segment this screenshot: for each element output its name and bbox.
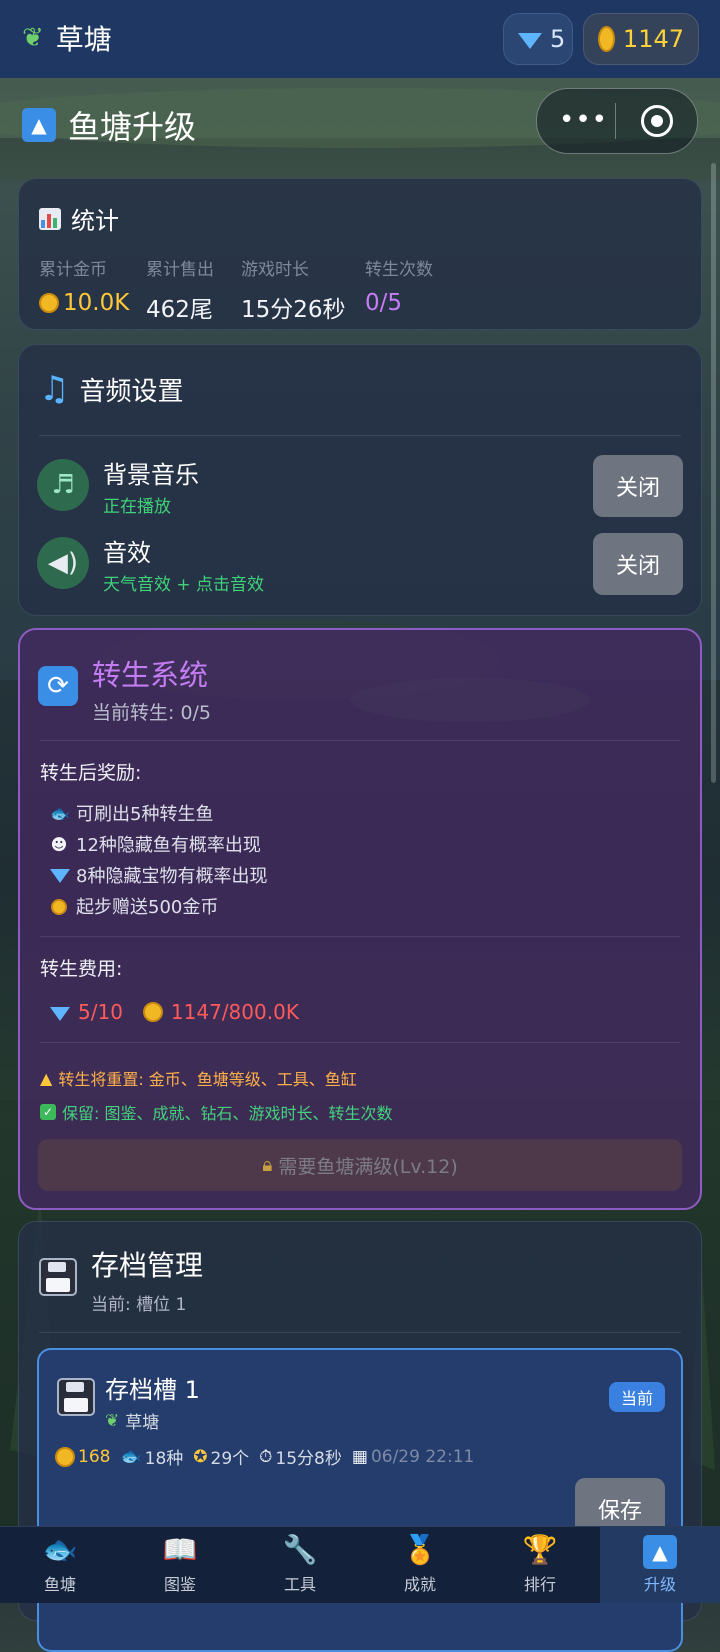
stat-rebirth-count: 转生次数 0/5 — [365, 260, 433, 316]
music-notes-icon: ♬ — [37, 459, 89, 511]
wrench-icon: 🔧 — [282, 1533, 318, 1566]
stat-total-coins: 累计金币 10.0K — [39, 260, 130, 316]
reset-warning: ▲ 转生将重置: 金币、鱼塘等级、工具、鱼缸 — [40, 1068, 357, 1090]
coin-icon — [598, 26, 615, 52]
sprout-icon: ❦ — [22, 23, 44, 53]
rewards-list: 🐟 可刷出5种转生鱼 ☻ 12种隐藏鱼有概率出现 8种隐藏宝物有概率出现 起步赠… — [50, 802, 267, 918]
stats-title: 统计 — [39, 201, 119, 236]
nav-item-achievements[interactable]: 🏅 成就 — [360, 1527, 480, 1603]
gem-icon — [518, 33, 542, 49]
fish-icon: 🐟 — [120, 1446, 142, 1467]
miniprogram-capsule: ••• — [536, 88, 698, 154]
divider — [40, 936, 680, 937]
location-label: ❦ 草塘 — [22, 23, 112, 56]
music-note-icon: ♫ — [39, 369, 70, 409]
nav-item-upgrade[interactable]: ▲ 升级 — [600, 1527, 720, 1603]
list-item: ☻ 12种隐藏鱼有概率出现 — [50, 834, 261, 857]
gem-icon — [50, 866, 70, 885]
nav-item-collection[interactable]: 📖 图鉴 — [120, 1527, 240, 1603]
bgm-row: ♬ 背景音乐 正在播放 关闭 — [37, 455, 683, 523]
stat-total-sold: 累计售出 462尾 — [146, 260, 214, 323]
sfx-row: ◀) 音效 天气音效 + 点击音效 关闭 — [37, 533, 683, 601]
divider — [40, 1042, 680, 1043]
upgrade-icon: ▲ — [22, 108, 56, 142]
stat-play-time: 游戏时长 15分26秒 — [241, 260, 346, 323]
coin-icon — [55, 1446, 75, 1467]
floppy-disk-icon — [39, 1258, 77, 1296]
nav-item-tools[interactable]: 🔧 工具 — [240, 1527, 360, 1603]
bottom-nav: 🐟 鱼塘 📖 图鉴 🔧 工具 🏅 成就 🏆 排行 ▲ 升级 — [0, 1526, 720, 1603]
audio-title: ♫ 音频设置 — [39, 369, 184, 409]
upgrade-icon: ▲ — [643, 1533, 677, 1569]
book-icon: 📖 — [162, 1533, 198, 1566]
lock-icon: 🔒︎ — [262, 1154, 273, 1176]
top-bar: ❦ 草塘 5 1147 — [0, 0, 720, 78]
page-title: ▲ 鱼塘升级 — [22, 102, 196, 148]
capsule-divider — [615, 103, 616, 139]
list-item: 8种隐藏宝物有概率出现 — [50, 864, 267, 887]
scrollbar[interactable] — [711, 163, 716, 783]
rebirth-card: ⟳ 转生系统 当前转生: 0/5 转生后奖励: 🐟 可刷出5种转生鱼 ☻ 12种… — [18, 628, 702, 1210]
check-icon: ✓ — [40, 1104, 56, 1120]
ghost-icon: ☻ — [50, 834, 68, 854]
bar-chart-icon — [39, 207, 61, 230]
gem-counter[interactable]: 5 — [503, 13, 573, 65]
divider — [39, 1332, 681, 1333]
nav-item-ranking[interactable]: 🏆 排行 — [480, 1527, 600, 1603]
fish-icon: 🐟 — [50, 803, 70, 823]
calendar-icon: ▦ — [351, 1446, 368, 1467]
save-slot-1[interactable]: 存档槽 1 ❦ 草塘 当前 168 🐟 18种 ✪ 29个 ⏱ 15分8秒 ▦ 06/2… — [37, 1348, 683, 1652]
speaker-icon: ◀) — [37, 537, 89, 589]
list-item: 起步赠送500金币 — [50, 895, 267, 918]
current-badge: 当前 — [609, 1382, 665, 1412]
bgm-toggle-button[interactable]: 关闭 — [593, 455, 683, 517]
sfx-toggle-button[interactable]: 关闭 — [593, 533, 683, 595]
stats-card: 统计 累计金币 10.0K 累计售出 462尾 游戏时长 15分26秒 转生次数… — [18, 178, 702, 330]
coin-counter[interactable]: 1147 — [583, 13, 699, 65]
divider — [40, 740, 680, 741]
coin-icon — [142, 1002, 163, 1022]
fish-icon: 🐟 — [42, 1533, 78, 1566]
nav-item-pond[interactable]: 🐟 鱼塘 — [0, 1527, 120, 1603]
sprout-icon: ❦ — [105, 1410, 120, 1431]
audio-settings-card: ♫ 音频设置 ♬ 背景音乐 正在播放 关闭 ◀) 音效 天气音效 + 点击音效 … — [18, 344, 702, 616]
slot-stats: 168 🐟 18种 ✪ 29个 ⏱ 15分8秒 ▦ 06/29 22:11 — [55, 1444, 474, 1469]
divider — [39, 435, 681, 436]
stopwatch-icon: ⏱ — [259, 1446, 273, 1467]
rebirth-locked-button[interactable]: 🔒︎ 需要鱼塘满级(Lv.12) — [38, 1139, 682, 1191]
rebirth-cost: 5/10 1147/800.0K — [50, 1000, 299, 1024]
coin-icon — [50, 897, 68, 916]
warning-icon: ▲ — [40, 1068, 53, 1088]
trophy-icon: 🏆 — [522, 1533, 558, 1566]
close-miniprogram-icon[interactable] — [641, 105, 673, 137]
refresh-icon: ⟳ — [38, 666, 78, 706]
gem-icon — [50, 1007, 70, 1021]
slot-location: ❦ 草塘 — [105, 1410, 160, 1434]
keep-note: ✓ 保留: 图鉴、成就、钻石、游戏时长、转生次数 — [40, 1100, 392, 1124]
list-item: 🐟 可刷出5种转生鱼 — [50, 803, 214, 826]
medal-icon: ✪ — [193, 1446, 208, 1467]
coin-icon — [39, 293, 59, 313]
stats-row: 累计金币 10.0K 累计售出 462尾 游戏时长 15分26秒 转生次数 0/… — [39, 255, 475, 324]
more-menu-icon[interactable]: ••• — [559, 105, 608, 135]
medal-icon: 🏅 — [402, 1533, 438, 1566]
floppy-disk-icon — [57, 1378, 95, 1416]
